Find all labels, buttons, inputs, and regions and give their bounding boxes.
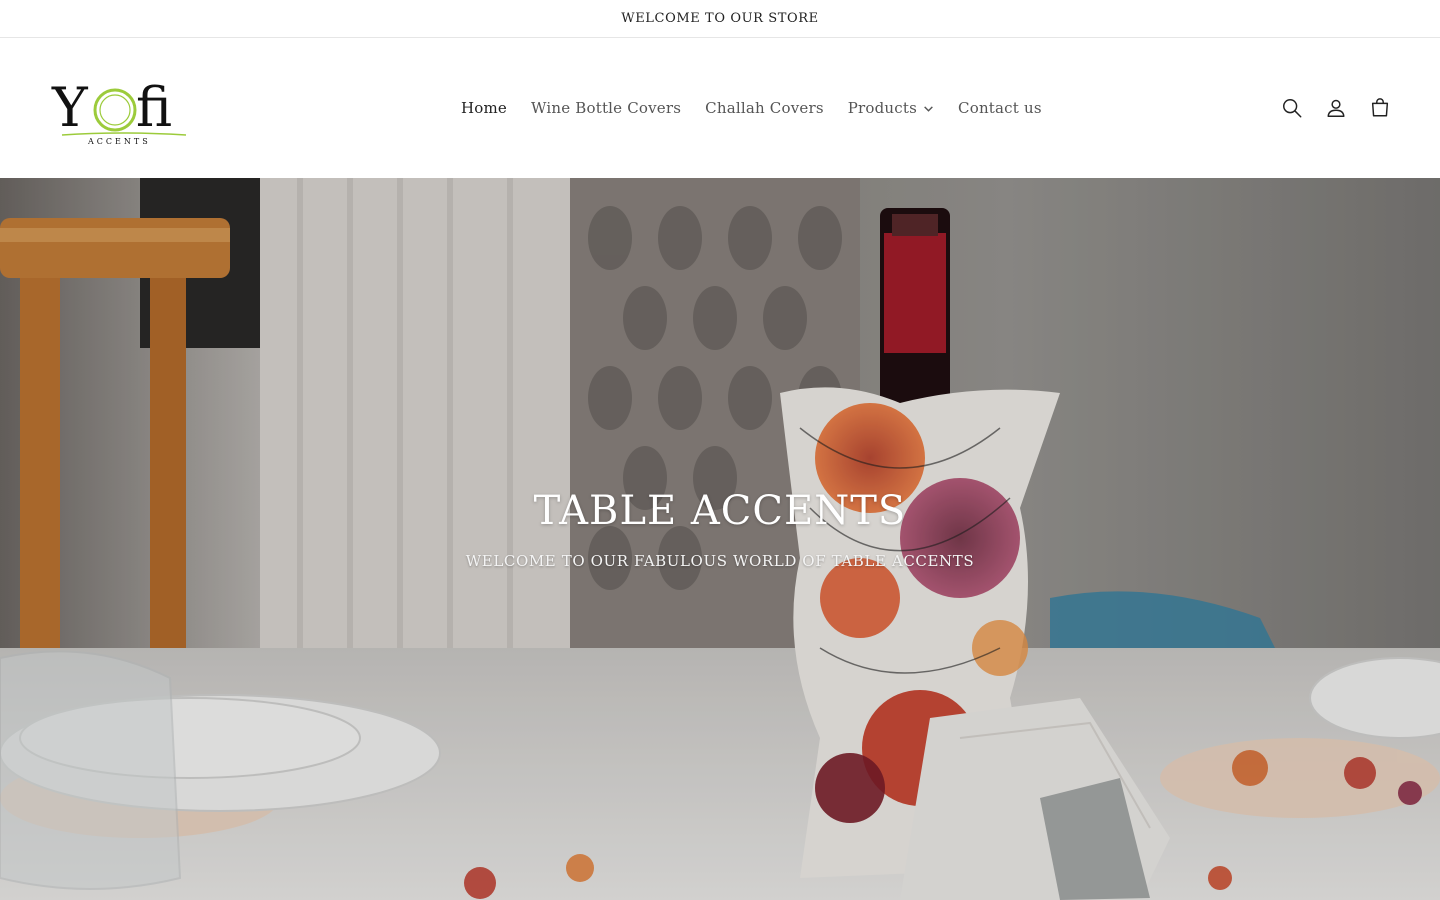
hero-subtitle: WELCOME TO OUR FABULOUS WORLD OF TABLE A… — [465, 552, 975, 570]
announcement-bar: WELCOME TO OUR STORE — [0, 0, 1440, 38]
svg-text:ACCENTS: ACCENTS — [87, 137, 151, 146]
nav-home-label: Home — [461, 99, 508, 117]
announcement-text: WELCOME TO OUR STORE — [621, 11, 819, 26]
account-icon — [1327, 99, 1345, 117]
nav-wine-bottle-covers-label: Wine Bottle Covers — [531, 99, 682, 117]
main-nav: Home Wine Bottle Covers Challah Covers P… — [449, 38, 1054, 178]
hero-banner: TABLE ACCENTS WELCOME TO OUR FABULOUS WO… — [0, 178, 1440, 900]
hero-title: TABLE ACCENTS — [533, 488, 907, 534]
nav-wine-bottle-covers[interactable]: Wine Bottle Covers — [519, 99, 693, 117]
header-actions — [1280, 38, 1392, 178]
cart-button[interactable] — [1368, 96, 1392, 120]
nav-contact-us[interactable]: Contact us — [946, 99, 1054, 117]
nav-products-label: Products — [847, 99, 918, 117]
nav-challah-covers-label: Challah Covers — [705, 99, 824, 117]
svg-text:Y: Y — [51, 76, 89, 139]
hero-content: TABLE ACCENTS WELCOME TO OUR FABULOUS WO… — [0, 488, 1440, 570]
nav-home[interactable]: Home — [449, 99, 519, 117]
svg-text:fi: fi — [136, 76, 172, 139]
account-button[interactable] — [1324, 96, 1348, 120]
chevron-down-icon — [924, 105, 933, 112]
nav-challah-covers[interactable]: Challah Covers — [693, 99, 836, 117]
cart-icon — [1371, 98, 1389, 117]
logo-mark: Y fi ACCENTS — [51, 76, 187, 146]
nav-products[interactable]: Products — [836, 99, 946, 117]
nav-contact-us-label: Contact us — [958, 99, 1042, 117]
search-icon — [1283, 99, 1302, 118]
search-button[interactable] — [1280, 96, 1304, 120]
brand-logo[interactable]: Y fi ACCENTS — [50, 68, 190, 148]
site-header: Y fi ACCENTS Home Wine Bottle Covers Cha… — [0, 38, 1440, 178]
